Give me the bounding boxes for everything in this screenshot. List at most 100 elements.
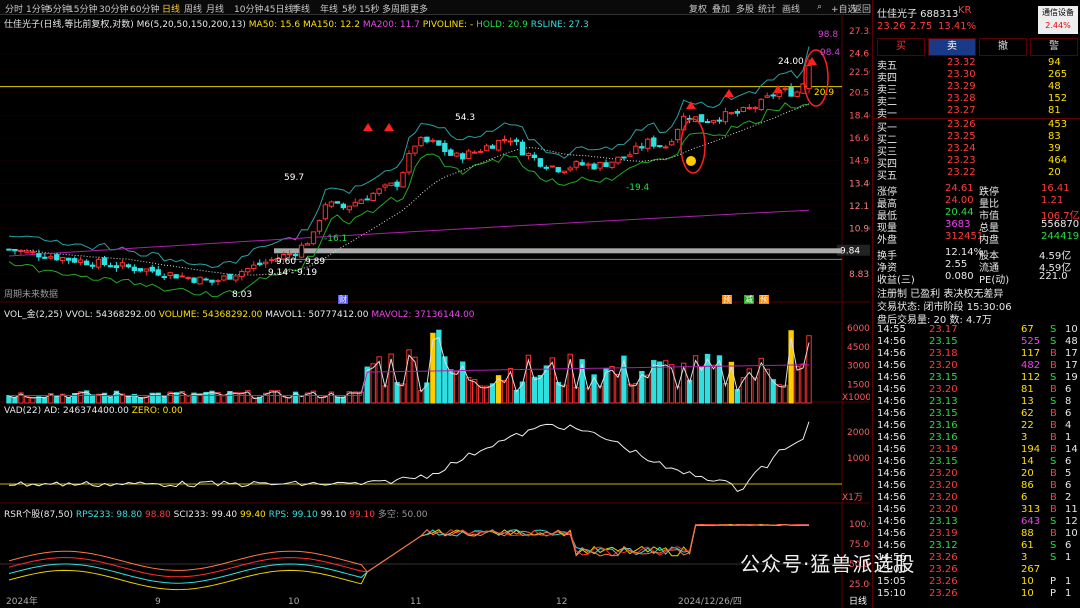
tick-row-13-cell: 86: [1021, 480, 1034, 491]
candle-body: [149, 266, 155, 272]
stat-row-4: 外盘 312451 内盘 244419: [873, 231, 1080, 246]
candle-body: [346, 205, 352, 211]
candle-body: [113, 265, 120, 269]
price-axis-label-9: 10.90: [849, 225, 870, 235]
tick-row-5: 14:56 23.20 81 B 6: [873, 384, 1080, 396]
volume-bar: [382, 385, 388, 404]
price-axis-label-1: 24.61: [849, 49, 870, 59]
tick-row-15-cell: 11: [1065, 504, 1078, 515]
signal-triangle-1: [384, 123, 394, 131]
tick-row-21-cell: 1: [1065, 576, 1072, 587]
tick-row-1-cell: 23.15: [929, 336, 958, 347]
stock-price-cell: 23.26: [877, 21, 906, 32]
candle-body: [406, 152, 412, 173]
candle-body: [221, 275, 227, 281]
sector-badge[interactable]: 通信设备 2.44%: [1038, 6, 1078, 34]
tick-row-19-cell: S: [1050, 552, 1057, 563]
tick-row-11-cell: 14: [1021, 456, 1034, 467]
tick-row-16-cell: 23.13: [929, 516, 958, 527]
tick-row-8-cell: 23.16: [929, 420, 958, 431]
candle-body: [794, 91, 800, 97]
volume-bar: [173, 392, 179, 404]
trade-button-3[interactable]: 警: [1030, 38, 1078, 56]
candle-body: [382, 184, 388, 188]
candle-body: [710, 119, 717, 123]
trade-button-1[interactable]: 卖: [928, 38, 976, 56]
after-hours: 盘后交易量: 20 数: 4.7万: [873, 311, 1080, 326]
bid-row-4-cell: 20: [1048, 167, 1061, 178]
volume-bar: [680, 362, 687, 404]
bid-row-3: 买四 23.23 464: [873, 155, 1080, 170]
ask-row-0-cell: 23.32: [947, 57, 976, 68]
candle-body: [740, 106, 747, 112]
candle-body: [364, 198, 370, 201]
volume-bar: [794, 366, 800, 404]
trade-button-0[interactable]: 买: [877, 38, 925, 56]
volume-bar: [519, 381, 526, 404]
tick-row-1-cell: S: [1050, 336, 1057, 347]
tick-row-15-cell: 14:56: [877, 504, 906, 515]
pivot-band: [274, 248, 842, 254]
stat-row-0: 涨停 24.61 跌停 16.41: [873, 183, 1080, 198]
candle-body: [764, 95, 770, 98]
tick-row-21-cell: 23.26: [929, 576, 958, 587]
tick-row-0-cell: S: [1050, 324, 1057, 335]
vol-unit: X1000: [842, 393, 870, 403]
tick-row-14: 14:56 23.20 6 B 2: [873, 492, 1080, 504]
stat-row-2-cell: 20.44: [945, 207, 974, 218]
annotation-3: 20.9: [814, 88, 834, 98]
tick-row-0-cell: 14:55: [877, 324, 906, 335]
candle-body: [191, 277, 197, 283]
stat-row-4-cell: 244419: [1041, 231, 1080, 242]
pivoline-value: PIVOLINE: -: [422, 20, 474, 30]
tick-row-4-cell: S: [1050, 372, 1057, 383]
candle-body: [782, 88, 788, 91]
tick-row-6: 14:56 23.13 13 S 8: [873, 396, 1080, 408]
candle-body: [585, 163, 591, 166]
candle-body: [639, 146, 645, 149]
stat-row-1-cell: 1.21: [1041, 195, 1064, 206]
tick-row-12-cell: B: [1050, 468, 1057, 479]
annotation-0: 98.8: [818, 30, 838, 40]
ask-row-2-cell: 23.29: [947, 81, 976, 92]
candle-body: [477, 150, 484, 153]
candle-body: [471, 151, 478, 154]
volume-bar: [740, 377, 747, 404]
sci233-num: 99.40: [240, 510, 266, 520]
stat-row-3: 现量 3683 总量 556870: [873, 219, 1080, 234]
volume-bar: [776, 384, 782, 404]
tick-row-5-cell: 14:56: [877, 384, 906, 395]
vol-header: VOL_金(2,25) VVOL: 54368292.00 VOLUME: 54…: [4, 307, 475, 320]
vol-axis-2: 30000: [847, 362, 870, 372]
tick-row-4-cell: 23.15: [929, 372, 958, 383]
bid-row-2-cell: 39: [1048, 143, 1061, 154]
trade-button-2[interactable]: 撤: [979, 38, 1027, 56]
volume-bar: [448, 369, 454, 404]
candle-body: [734, 110, 741, 114]
tick-row-5-cell: 81: [1021, 384, 1034, 395]
volume-bar: [239, 392, 245, 404]
tick-row-0: 14:55 23.17 67 S 10: [873, 324, 1080, 336]
tick-row-14-cell: 14:56: [877, 492, 906, 503]
candle-body: [597, 162, 603, 169]
candle-body: [328, 201, 335, 207]
candle-body: [251, 264, 257, 269]
ma150-value: MA150: 12.2: [302, 20, 360, 30]
candle-body: [412, 145, 418, 154]
ask-row-0: 卖五 23.32 94: [873, 57, 1080, 72]
price-axis-label-2: 22.56: [849, 68, 870, 78]
tick-row-3-cell: 17: [1065, 360, 1078, 371]
candle-body: [215, 280, 221, 283]
tick-row-6-cell: 14:56: [877, 396, 906, 407]
candle-body: [388, 182, 394, 186]
annotation-6: -16.1: [324, 234, 347, 244]
ask-row-1-cell: 23.30: [947, 69, 976, 80]
price-axis-label-8: 12.11: [849, 202, 870, 212]
rps233-value: RPS233: 98.80: [75, 510, 143, 520]
candle-body: [77, 259, 84, 264]
tick-row-3-cell: 14:56: [877, 360, 906, 371]
candle-body: [758, 98, 764, 111]
tick-row-22-cell: 23.26: [929, 588, 958, 599]
candle-body: [531, 154, 538, 159]
search-icon[interactable]: ⌕: [817, 2, 822, 12]
